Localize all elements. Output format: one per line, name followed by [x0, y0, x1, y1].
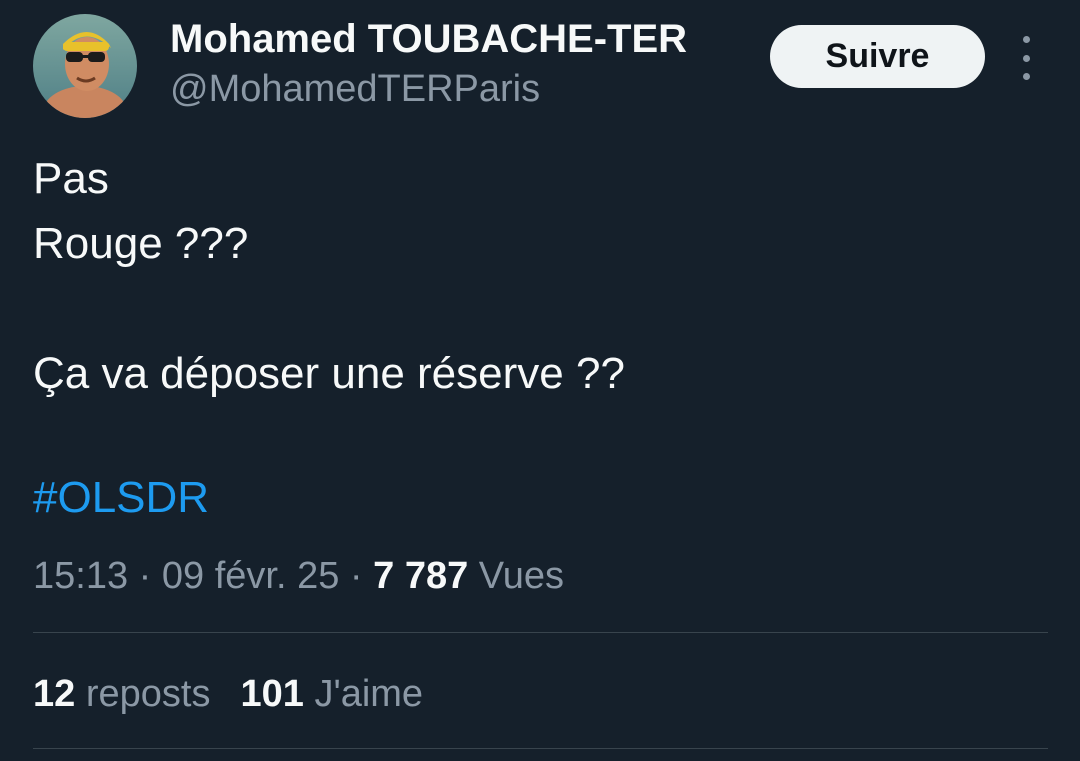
divider	[33, 632, 1048, 633]
tweet-text-line: Pas	[33, 154, 109, 203]
meta-separator: ·	[128, 555, 162, 597]
likes-label: J'aime	[314, 673, 424, 715]
meta-separator: ·	[339, 555, 374, 597]
hashtag-link[interactable]: #OLSDR	[33, 470, 209, 526]
follow-button[interactable]: Suivre	[770, 25, 985, 88]
views-count: 7 787	[373, 555, 469, 597]
tweet-meta: 15:13 · 09 févr. 25 · 7 787 Vues	[33, 550, 564, 602]
avatar[interactable]	[33, 14, 137, 118]
reposts-label: reposts	[85, 673, 211, 715]
display-name[interactable]: Mohamed TOUBACHE-TER	[170, 16, 687, 62]
tweet-text-line: Rouge ???	[33, 219, 249, 268]
tweet-text: Pas Rouge ??? Ça va déposer une réserve …	[33, 146, 625, 406]
likes-link[interactable]: 101 J'aime	[240, 673, 423, 715]
tweet-card: Mohamed TOUBACHE-TER @MohamedTERParis Su…	[0, 0, 1080, 761]
views-label: Vues	[478, 555, 564, 597]
dot	[1022, 36, 1030, 43]
divider	[33, 748, 1048, 749]
more-vertical-icon[interactable]	[1012, 36, 1040, 80]
tweet-time[interactable]: 15:13	[33, 555, 128, 597]
dot	[1022, 54, 1030, 62]
tweet-date[interactable]: 09 févr. 25	[162, 555, 339, 597]
tweet-text-line	[33, 276, 625, 341]
reposts-link[interactable]: 12 reposts	[33, 673, 210, 715]
reposts-count: 12	[33, 673, 76, 715]
tweet-text-line: Ça va déposer une réserve ??	[33, 349, 625, 398]
avatar-photo	[33, 14, 137, 118]
user-handle[interactable]: @MohamedTERParis	[170, 67, 540, 111]
likes-count: 101	[240, 673, 304, 715]
dot	[1022, 73, 1030, 80]
tweet-stats: 12 reposts 101 J'aime	[33, 668, 423, 720]
